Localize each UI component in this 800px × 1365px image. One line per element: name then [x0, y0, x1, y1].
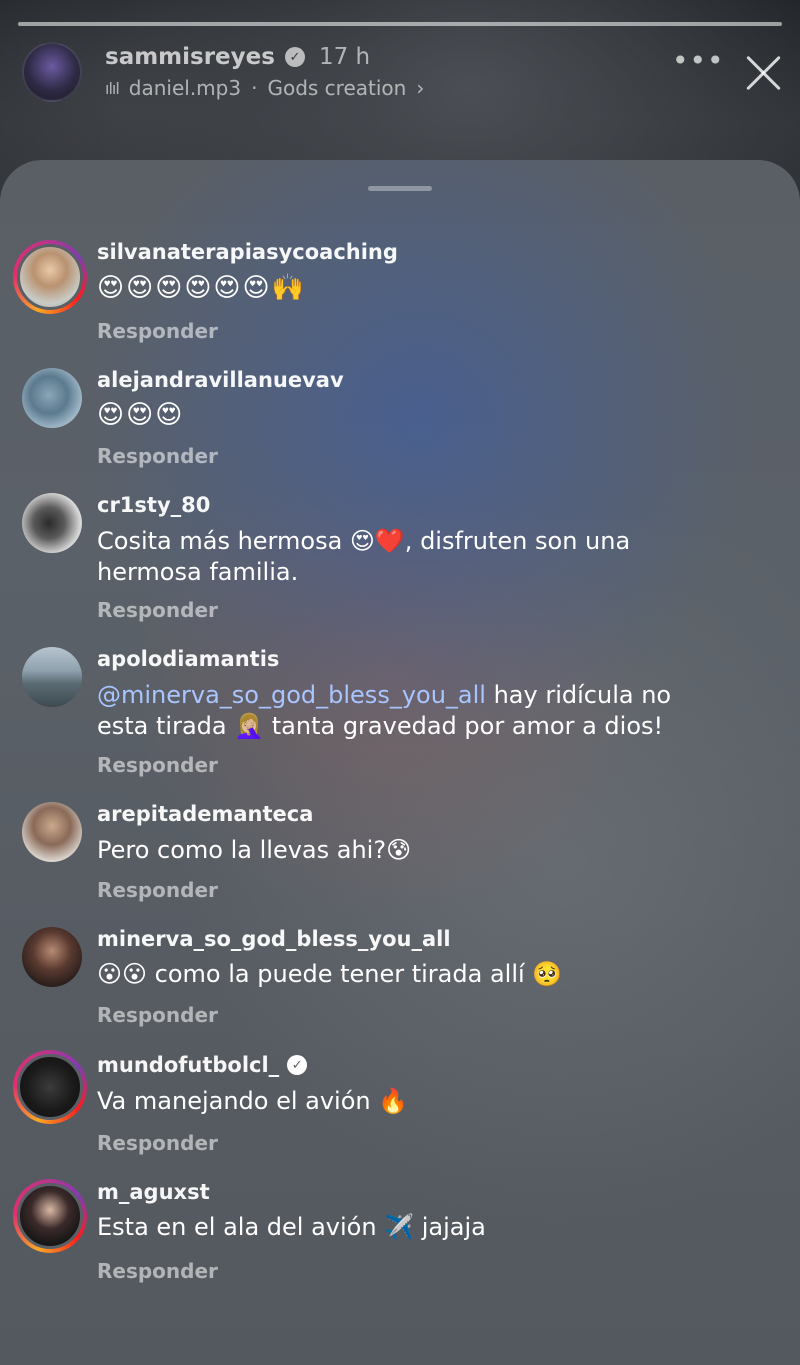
comment-username[interactable]: mundofutbolcl_ ✓ — [97, 1053, 308, 1077]
comment-text: 😍😍😍 — [97, 400, 185, 430]
comment-username[interactable]: silvanaterapiasycoaching — [97, 240, 398, 264]
verified-badge-icon: ✓ — [284, 47, 305, 67]
commenter-avatar[interactable] — [22, 647, 82, 707]
comment-text: @minerva_so_god_bless_you_all hay ridícu… — [97, 680, 717, 742]
avatar — [22, 927, 82, 987]
commenter-avatar[interactable] — [22, 802, 82, 862]
comment-text: Pero como la llevas ahi?😰 — [97, 836, 412, 864]
sheet-grabber-handle[interactable] — [368, 186, 432, 191]
comment-username-text: m_aguxst — [97, 1180, 210, 1204]
comment-text: Cosita más hermosa 😍❤️, disfruten son un… — [97, 527, 631, 586]
avatar — [22, 647, 82, 707]
comment-username[interactable]: minerva_so_god_bless_you_all — [97, 927, 451, 951]
comment-username-text: apolodiamantis — [97, 647, 280, 671]
story-timestamp: 17 h — [318, 44, 371, 70]
story-music[interactable]: ılıl daniel.mp3 · Gods creation › — [105, 76, 424, 100]
comment-username-text: mundofutbolcl_ — [97, 1053, 280, 1077]
comment-mention-link[interactable]: @minerva_so_god_bless_you_all — [97, 681, 486, 709]
comment-username-text: alejandravillanuevav — [97, 368, 344, 392]
reply-button[interactable]: Responder — [97, 1259, 218, 1283]
comment-username-text: minerva_so_god_bless_you_all — [97, 927, 451, 951]
avatar — [17, 1183, 83, 1249]
comment-username-text: cr1sty_80 — [97, 493, 211, 517]
music-bars-icon: ılıl — [105, 78, 120, 98]
story-progress-bar — [18, 22, 782, 26]
comment-text: 😍😍😍😍😍😍🙌 — [97, 273, 306, 303]
comment-text: Va manejando el avión 🔥 — [97, 1087, 409, 1115]
comment-text: 😮😮 como la puede tener tirada allí 🥺 — [97, 960, 563, 988]
story-author-avatar[interactable] — [22, 42, 82, 102]
avatar — [17, 244, 83, 310]
story-username[interactable]: sammisreyes — [105, 44, 275, 70]
reply-button[interactable]: Responder — [97, 753, 218, 777]
reply-button[interactable]: Responder — [97, 444, 218, 468]
comment-username[interactable]: apolodiamantis — [97, 647, 279, 671]
comment-username[interactable]: alejandravillanuevav — [97, 368, 344, 392]
comment-username[interactable]: cr1sty_80 — [97, 493, 210, 517]
reply-button[interactable]: Responder — [97, 598, 218, 622]
reply-button[interactable]: Responder — [97, 878, 218, 902]
avatar — [22, 368, 82, 428]
avatar — [22, 493, 82, 553]
reply-button[interactable]: Responder — [97, 319, 218, 343]
story-author[interactable]: sammisreyes ✓ 17 h — [105, 44, 370, 70]
reply-button[interactable]: Responder — [97, 1131, 218, 1155]
avatar — [22, 802, 82, 862]
close-icon[interactable] — [738, 48, 788, 98]
verified-badge-icon: ✓ — [287, 1055, 308, 1075]
reply-button[interactable]: Responder — [97, 1003, 218, 1027]
comment-username[interactable]: m_aguxst — [97, 1180, 210, 1204]
commenter-avatar[interactable] — [13, 1050, 87, 1124]
commenter-avatar[interactable] — [22, 368, 82, 428]
music-artist: Gods creation — [267, 76, 407, 100]
comment-username[interactable]: arepitademanteca — [97, 802, 313, 826]
commenter-avatar[interactable] — [13, 1179, 87, 1253]
comment-username-text: arepitademanteca — [97, 802, 314, 826]
comment-username-text: silvanaterapiasycoaching — [97, 240, 398, 264]
commenter-avatar[interactable] — [13, 240, 87, 314]
music-separator: · — [251, 76, 258, 100]
commenter-avatar[interactable] — [22, 493, 82, 553]
avatar — [17, 1054, 83, 1120]
comments-sheet: silvanaterapiasycoaching 😍😍😍😍😍😍🙌 Respond… — [0, 160, 800, 1365]
more-options-button[interactable]: ••• — [672, 47, 724, 80]
music-track: daniel.mp3 — [128, 76, 242, 100]
comment-text: Esta en el ala del avión ✈️ jajaja — [97, 1213, 486, 1241]
commenter-avatar[interactable] — [22, 927, 82, 987]
story-header: sammisreyes ✓ 17 h ılıl daniel.mp3 · God… — [22, 40, 782, 104]
chevron-right-icon: › — [416, 76, 425, 100]
